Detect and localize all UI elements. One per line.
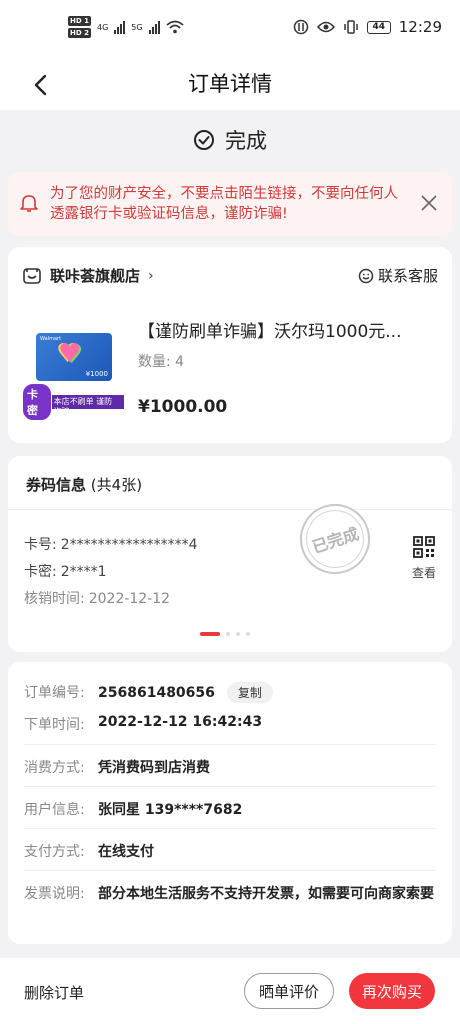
coupon-header: 券码信息 (共4张) (26, 474, 142, 495)
review-button[interactable]: 晒单评价 (244, 973, 334, 1009)
eye-icon (316, 21, 335, 33)
verify-time: 2022-12-12 (88, 591, 171, 607)
invoice-label: 发票说明: (24, 886, 85, 902)
card-password: 2****1 (60, 564, 107, 580)
consume-method: 凭消费码到店消费 (98, 760, 210, 776)
payment-method-row: 支付方式: 在线支付 (24, 828, 436, 861)
tag-text: 本店不刷单 谨防诈骗 (45, 395, 124, 416)
hd1-badge: HD 1 (68, 16, 91, 26)
smile-icon (358, 268, 374, 283)
security-warning-banner: 为了您的财产安全，不要点击陌生链接，不要向任何人透露银行卡或验证码信息，谨防诈骗… (8, 172, 452, 236)
status-bar-right: 44 12:29 (293, 18, 442, 36)
contact-service-button[interactable]: 联系客服 (358, 265, 438, 286)
order-time-label: 下单时间: (24, 717, 85, 733)
view-qr-button[interactable]: 查看 (412, 536, 436, 581)
order-details-card: 订单编号: 256861480656 复制 下单时间: 2022-12-12 16:4… (8, 662, 452, 944)
coupon-card: 券码信息 (共4张) 卡号: 2*****************4 卡密: 2**… (8, 456, 452, 652)
payment-method-label: 支付方式: (24, 844, 85, 860)
coupon-count: (共4张) (90, 476, 143, 494)
order-number: 256861480656 (98, 685, 215, 701)
copy-button[interactable]: 复制 (226, 682, 273, 703)
product-price: ¥1000.00 (138, 397, 228, 417)
network-type-2: 5G (131, 22, 143, 32)
card-number: 2*****************4 (60, 537, 198, 553)
signal-icon-2 (148, 20, 160, 34)
gift-card-amount: ¥1000 (85, 370, 108, 378)
consume-method-row: 消费方式: 凭消费码到店消费 (24, 744, 436, 777)
qr-code-icon (413, 536, 435, 558)
signal-icon-1 (114, 20, 126, 34)
product-thumbnail[interactable]: Walmart ♥ ¥1000 卡密 本店不刷单 谨防诈骗 (22, 311, 124, 421)
gift-card-image: Walmart ♥ ¥1000 (36, 333, 112, 381)
carousel-dot (246, 632, 250, 636)
verify-time-row: 核销时间: 2022-12-12 (24, 588, 170, 608)
product-quantity: 数量: 4 (138, 354, 185, 370)
product-title[interactable]: 【谨防刷单诈骗】沃尔玛1000元... (138, 317, 438, 342)
invoice-note: 部分本地生活服务不支持开发票，如需要可向商家索要 (98, 886, 434, 902)
hd2-badge: HD 2 (68, 28, 91, 38)
coupon-title: 券码信息 (26, 476, 87, 494)
bell-icon (20, 195, 38, 212)
close-icon[interactable] (420, 194, 438, 212)
card-number-row: 卡号: 2*****************4 (24, 534, 198, 554)
delete-order-button[interactable]: 删除订单 (24, 982, 84, 1003)
clock: 12:29 (398, 18, 442, 36)
buy-again-button[interactable]: 再次购买 (349, 973, 435, 1009)
network-type-1: 4G (96, 22, 109, 32)
store-name: 联咔荟旗舰店 (50, 267, 141, 285)
warning-text: 为了您的财产安全，不要点击陌生链接，不要向任何人透露银行卡或验证码信息，谨防诈骗… (50, 186, 398, 222)
store-card: 联咔荟旗舰店 › 联系客服 Walmart ♥ ¥1000 卡密 本店不刷单 谨… (8, 247, 452, 443)
consume-method-label: 消费方式: (24, 760, 85, 776)
user-info-row: 用户信息: 张同星 139****7682 (24, 786, 436, 819)
check-circle-icon (194, 130, 214, 150)
bottom-action-bar: 删除订单 晒单评价 再次购买 (0, 958, 460, 1024)
product-tag: 卡密 本店不刷单 谨防诈骗 (22, 383, 124, 421)
card-password-label: 卡密: (24, 564, 57, 580)
page-title: 订单详情 (188, 72, 272, 96)
order-time-row: 下单时间: 2022-12-12 16:42:43 (24, 714, 436, 734)
battery-icon: 44 (366, 20, 391, 34)
hd-indicators: HD 1 HD 2 (68, 16, 91, 38)
card-password-row: 卡密: 2****1 (24, 561, 107, 581)
payment-method: 在线支付 (98, 844, 154, 860)
vibrate-icon (344, 20, 358, 34)
carousel-dot (236, 632, 240, 636)
contact-service-label: 联系客服 (377, 267, 438, 285)
order-status-text: 完成 (225, 129, 267, 153)
data-saver-icon (293, 19, 309, 35)
card-number-label: 卡号: (24, 537, 57, 553)
status-bar: HD 1 HD 2 4G 5G 44 12:29 (0, 0, 460, 60)
invoice-row: 发票说明: 部分本地生活服务不支持开发票，如需要可向商家索要 (24, 870, 436, 905)
wifi-icon (165, 20, 184, 34)
user-info: 张同星 139****7682 (98, 802, 243, 818)
carousel-dot (226, 632, 230, 636)
heart-icon: ♥ (58, 339, 82, 369)
carousel-indicator (200, 632, 250, 636)
order-time: 2022-12-12 16:42:43 (98, 714, 263, 730)
chevron-right-icon: › (148, 267, 154, 284)
user-info-label: 用户信息: (24, 802, 85, 818)
divider (8, 509, 452, 510)
order-number-row: 订单编号: 256861480656 复制 (24, 682, 436, 703)
verify-time-label: 核销时间: (24, 591, 85, 607)
view-label: 查看 (411, 566, 436, 580)
order-number-label: 订单编号: (24, 685, 85, 701)
order-status: 完成 (0, 118, 460, 162)
tag-badge: 卡密 (22, 383, 52, 421)
nav-bar: 订单详情 (0, 60, 460, 110)
store-icon (23, 267, 41, 284)
store-link[interactable]: 联咔荟旗舰店 › (22, 265, 154, 286)
carousel-dot-active (200, 632, 220, 636)
status-bar-left: HD 1 HD 2 4G 5G (68, 16, 184, 38)
